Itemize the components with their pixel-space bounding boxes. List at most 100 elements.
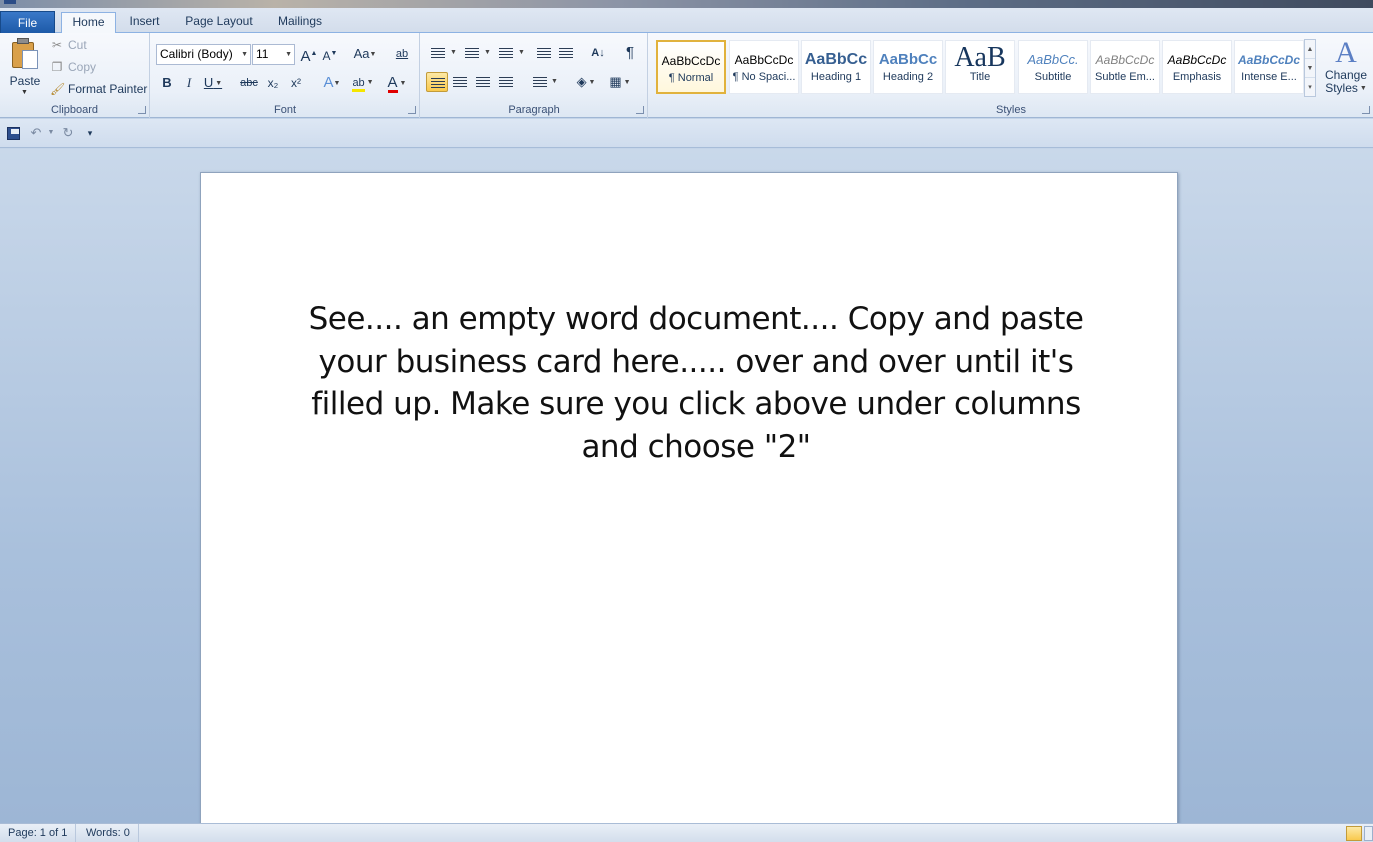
scroll-down-icon[interactable]: ▼	[1305, 59, 1315, 78]
sort-button[interactable]: A↓	[585, 43, 611, 63]
text-effects-icon: A	[323, 74, 334, 91]
align-left-button[interactable]	[426, 72, 448, 92]
shading-button[interactable]: ◈ ▼	[571, 72, 601, 92]
word-count-status[interactable]: Words: 0	[78, 824, 139, 842]
line-spacing-button[interactable]: ▼	[529, 72, 559, 92]
tab-home[interactable]: Home	[61, 12, 116, 34]
font-group: Calibri (Body) ▼ 11 ▼ A▲ A▼ Aa▼ ab B I U…	[151, 33, 420, 118]
decrease-indent-icon	[537, 48, 551, 59]
styles-gallery-scrollbar[interactable]: ▲ ▼ ▾	[1304, 39, 1316, 97]
change-styles-label-1: Change	[1324, 68, 1368, 82]
font-name-combo[interactable]: Calibri (Body) ▼	[156, 44, 251, 65]
copy-button[interactable]: ❐ Copy	[50, 58, 96, 76]
tab-file[interactable]: File	[0, 11, 55, 33]
numbering-icon	[465, 48, 479, 59]
scroll-up-icon[interactable]: ▲	[1305, 40, 1315, 59]
grow-font-button[interactable]: A▲	[299, 44, 319, 65]
increase-indent-button[interactable]	[555, 43, 577, 63]
shrink-font-button[interactable]: A▼	[321, 44, 339, 64]
clipboard-dialog-launcher-icon[interactable]	[138, 106, 146, 114]
styles-group: AaBbCcDc ¶ Normal AaBbCcDc ¶ No Spaci...…	[649, 33, 1373, 118]
style-name: Heading 2	[882, 71, 934, 83]
style-heading-1[interactable]: AaBbCc Heading 1	[801, 40, 871, 94]
multilevel-list-button[interactable]: ▼	[495, 43, 525, 63]
undo-dropdown-icon[interactable]: ▼	[43, 125, 59, 141]
font-color-button[interactable]: A ▼	[383, 73, 411, 93]
paragraph-group-label: Paragraph	[508, 104, 560, 116]
paste-dropdown-icon[interactable]: ▼	[21, 89, 28, 96]
redo-icon[interactable]: ↻	[60, 125, 76, 141]
style-normal[interactable]: AaBbCcDc ¶ Normal	[656, 40, 726, 94]
print-layout-view-icon[interactable]	[1346, 826, 1362, 841]
subscript-button[interactable]: x₂	[263, 73, 283, 93]
style-sample: AaB	[954, 42, 1006, 72]
cut-button[interactable]: ✂ Cut	[50, 36, 87, 54]
change-case-button[interactable]: Aa▼	[351, 44, 379, 64]
font-size-combo[interactable]: 11 ▼	[252, 44, 295, 65]
decrease-indent-button[interactable]	[533, 43, 555, 63]
align-center-button[interactable]	[449, 72, 471, 92]
style-title[interactable]: AaB Title	[945, 40, 1015, 94]
justify-button[interactable]	[495, 72, 517, 92]
underline-button[interactable]: U ▼	[203, 73, 223, 93]
numbering-button[interactable]: ▼	[461, 43, 491, 63]
font-group-label: Font	[273, 104, 296, 116]
style-name: ¶ Normal	[668, 72, 714, 84]
strikethrough-button[interactable]: abc	[237, 73, 261, 93]
paint-bucket-icon: ◈	[576, 74, 587, 89]
style-name: Heading 1	[810, 71, 862, 83]
customize-toolbar-icon[interactable]: ▾	[82, 125, 98, 141]
borders-button[interactable]: ▦ ▼	[605, 72, 635, 92]
paste-icon[interactable]	[10, 38, 40, 70]
style-sample: AaBbCc	[804, 51, 868, 68]
tab-insert[interactable]: Insert	[122, 12, 167, 33]
copy-icon: ❐	[51, 60, 63, 74]
format-painter-button[interactable]: 🖌 Format Painter	[50, 80, 147, 98]
bold-button[interactable]: B	[157, 73, 177, 93]
superscript-button[interactable]: x²	[286, 73, 306, 93]
styles-dialog-launcher-icon[interactable]	[1362, 106, 1370, 114]
styles-group-label: Styles	[996, 104, 1026, 116]
font-dialog-launcher-icon[interactable]	[408, 106, 416, 114]
style-subtle-emphasis[interactable]: AaBbCcDc Subtle Em...	[1090, 40, 1160, 94]
style-heading-2[interactable]: AaBbCc Heading 2	[873, 40, 943, 94]
clear-formatting-icon[interactable]: ab	[391, 44, 413, 64]
tab-page-layout[interactable]: Page Layout	[180, 12, 258, 33]
style-intense-emphasis[interactable]: AaBbCcDc Intense E...	[1234, 40, 1304, 94]
text-effects-button[interactable]: A▼	[319, 73, 345, 93]
borders-icon: ▦	[609, 74, 622, 89]
paragraph-dialog-launcher-icon[interactable]	[636, 106, 644, 114]
italic-button[interactable]: I	[179, 73, 199, 93]
copy-label: Copy	[68, 60, 97, 74]
highlight-button[interactable]: ab ▼	[349, 73, 377, 93]
paragraph-group: ▼ ▼ ▼ A↓ ¶ ▼ ◈ ▼ ▦ ▼ Paragraph	[421, 33, 648, 118]
word-app-icon[interactable]	[4, 0, 16, 4]
align-right-button[interactable]	[472, 72, 494, 92]
show-formatting-marks-button[interactable]: ¶	[619, 43, 641, 63]
style-emphasis[interactable]: AaBbCcDc Emphasis	[1162, 40, 1232, 94]
style-no-spacing[interactable]: AaBbCcDc ¶ No Spaci...	[729, 40, 799, 94]
full-screen-view-icon[interactable]	[1364, 826, 1373, 841]
change-styles-label-2: Styles	[1325, 81, 1358, 95]
undo-icon[interactable]: ↶	[28, 125, 44, 141]
document-body-text[interactable]: See.... an empty word document.... Copy …	[296, 298, 1096, 468]
title-bar	[0, 0, 1373, 8]
bullets-icon	[431, 48, 445, 59]
bullets-button[interactable]: ▼	[427, 43, 457, 63]
style-name: Subtle Em...	[1095, 71, 1155, 83]
more-styles-icon[interactable]: ▾	[1305, 78, 1315, 97]
paste-button[interactable]: Paste	[5, 74, 45, 88]
font-size-value: 11	[256, 47, 269, 61]
document-page[interactable]: See.... an empty word document.... Copy …	[200, 172, 1178, 832]
highlighter-icon: ab	[352, 77, 365, 92]
format-painter-label: Format Painter	[68, 82, 148, 96]
paintbrush-icon: 🖌	[50, 82, 66, 96]
change-styles-button[interactable]: A Change Styles ▼	[1321, 37, 1371, 99]
increase-indent-icon	[559, 48, 573, 59]
style-name: Intense E...	[1241, 71, 1297, 83]
style-name: ¶ No Spaci...	[732, 71, 796, 83]
style-subtitle[interactable]: AaBbCc. Subtitle	[1018, 40, 1088, 94]
tab-mailings[interactable]: Mailings	[270, 12, 330, 33]
page-count-status[interactable]: Page: 1 of 1	[0, 824, 77, 842]
save-icon[interactable]	[7, 127, 20, 140]
